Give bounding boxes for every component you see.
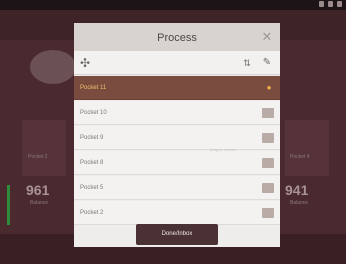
drag-handle-icon[interactable]: ✣ bbox=[80, 56, 94, 70]
bg-stat-right-label: Pocket 4 bbox=[290, 154, 310, 160]
visibility-toggle[interactable] bbox=[262, 208, 274, 218]
status-indicator-bar bbox=[7, 185, 10, 225]
list-item-label: Pocket 8 bbox=[80, 160, 104, 166]
dialog-toolbar: ✣ ⇅ ✎ bbox=[74, 51, 280, 75]
visibility-toggle[interactable] bbox=[262, 108, 274, 118]
visibility-toggle[interactable] bbox=[262, 158, 274, 168]
list-item[interactable]: Pocket 11 ● bbox=[74, 76, 280, 100]
list-item-label: Pocket 11 bbox=[80, 85, 107, 91]
visibility-toggle[interactable] bbox=[262, 183, 274, 193]
background-card-right bbox=[285, 120, 329, 176]
list-item[interactable]: Pocket 2 bbox=[74, 201, 280, 225]
done-button[interactable]: Done/Inbox bbox=[136, 224, 218, 245]
background-avatar bbox=[30, 50, 76, 84]
status-icons bbox=[319, 1, 342, 7]
list-item-label: Pocket 10 bbox=[80, 110, 107, 116]
bg-sub-left: Balance bbox=[30, 200, 49, 206]
dialog-title: Process bbox=[157, 32, 197, 44]
process-dialog: Process ✕ ✣ ⇅ ✎ Pocket 11 ● Pocket 10 Po… bbox=[74, 23, 280, 247]
list-item[interactable]: Pocket 10 bbox=[74, 101, 280, 125]
bg-stat-right-value: 941 bbox=[285, 182, 309, 198]
status-bar bbox=[0, 0, 346, 10]
list-item-label: Pocket 9 bbox=[80, 135, 104, 141]
dialog-header: Process ✕ bbox=[74, 23, 280, 51]
list-item[interactable]: Pocket 9 bbox=[74, 126, 280, 150]
list-item[interactable]: Pocket 8 bbox=[74, 151, 280, 175]
pocket-list: Pocket 11 ● Pocket 10 Pocket 9 Pocket 8 … bbox=[74, 76, 280, 225]
gesture-hint: drag to reorder bbox=[210, 147, 237, 152]
bg-stat-left-value: 961 bbox=[26, 182, 50, 198]
bg-stat-left-label: Pocket 2 bbox=[28, 154, 48, 160]
eye-icon[interactable]: ● bbox=[263, 83, 275, 93]
sort-icon[interactable]: ⇅ bbox=[240, 56, 254, 70]
list-item-label: Pocket 5 bbox=[80, 185, 104, 191]
list-item-label: Pocket 2 bbox=[80, 210, 104, 216]
list-item[interactable]: Pocket 5 bbox=[74, 176, 280, 200]
bg-sub-right: Balance bbox=[290, 200, 309, 206]
close-icon[interactable]: ✕ bbox=[260, 30, 274, 44]
visibility-toggle[interactable] bbox=[262, 133, 274, 143]
background-card-left bbox=[22, 120, 66, 176]
edit-icon[interactable]: ✎ bbox=[260, 56, 274, 70]
